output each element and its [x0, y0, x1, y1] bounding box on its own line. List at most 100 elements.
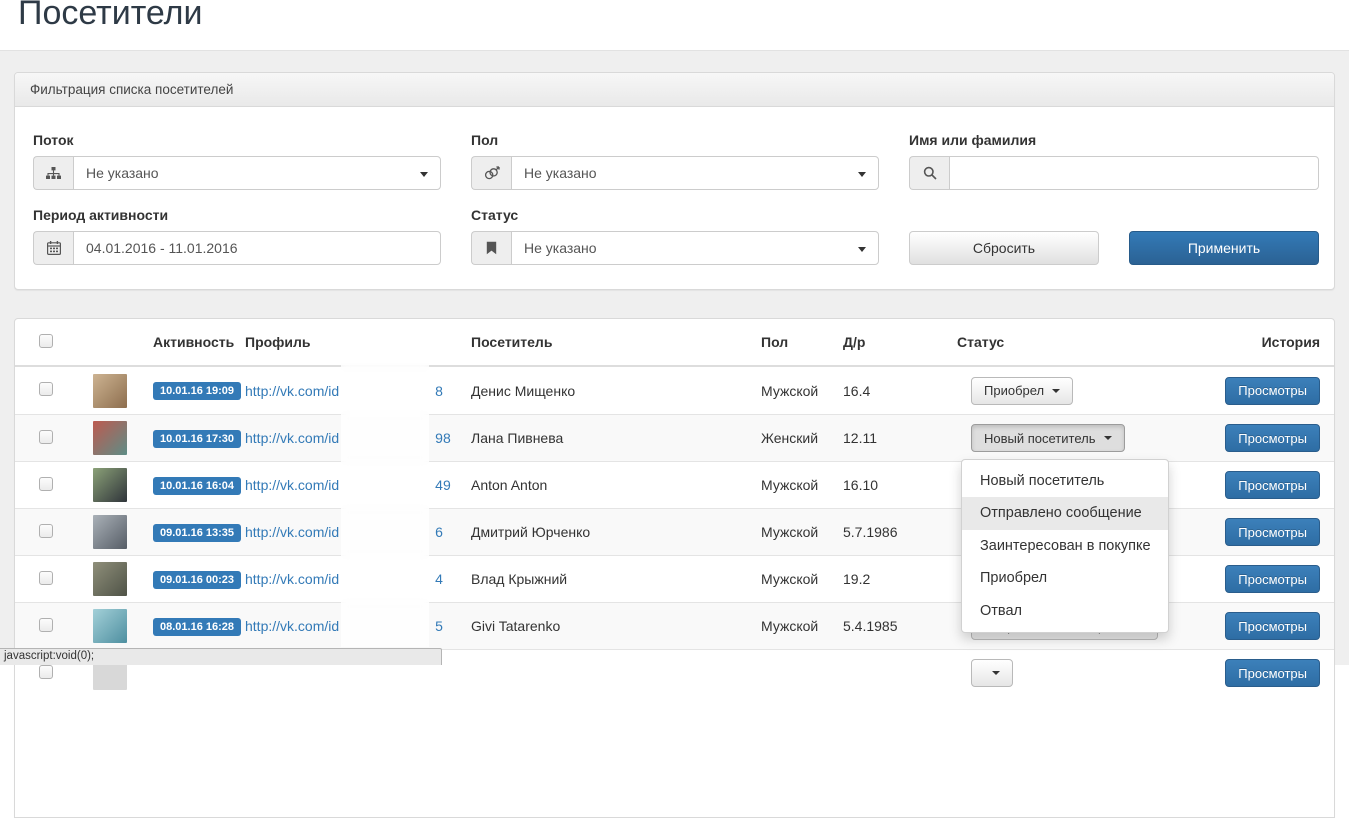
avatar [93, 374, 127, 408]
caret-down-icon [1104, 436, 1112, 440]
views-button[interactable]: Просмотры [1225, 659, 1320, 687]
status-select-value: Не указано [524, 240, 597, 256]
gender-select-value: Не указано [524, 165, 597, 181]
header-history: История [1262, 334, 1320, 350]
header-profile: Профиль [245, 334, 311, 350]
profile-link-prefix: http://vk.com/id [245, 477, 339, 493]
visitor-gender: Мужской [761, 383, 818, 399]
filter-field-stream: Поток Не указано [33, 132, 441, 190]
avatar [93, 421, 127, 455]
status-dropdown-label: Приобрел [984, 383, 1044, 398]
status-menu-item[interactable]: Отвал [962, 595, 1168, 627]
stream-select-value: Не указано [86, 165, 159, 181]
status-dropdown-label: Новый посетитель [984, 431, 1096, 446]
row-checkbox[interactable] [39, 477, 53, 491]
visitor-birthday: 5.4.1985 [843, 618, 898, 634]
status-select[interactable]: Не указано [511, 231, 879, 265]
views-button[interactable]: Просмотры [1225, 612, 1320, 640]
bookmark-icon [471, 231, 511, 265]
status-menu-item[interactable]: Заинтересован в покупке [962, 530, 1168, 562]
reset-button[interactable]: Сбросить [909, 231, 1099, 265]
profile-link-suffix: 49 [435, 477, 451, 493]
visitor-name: Влад Крыжний [471, 571, 567, 587]
header-activity: Активность [153, 334, 234, 350]
row-checkbox[interactable] [39, 665, 53, 679]
status-menu-item[interactable]: Приобрел [962, 562, 1168, 594]
activity-badge: 08.01.16 16:28 [153, 618, 241, 636]
row-checkbox[interactable] [39, 571, 53, 585]
visitor-gender: Мужской [761, 618, 818, 634]
table-row: 10.01.16 19:09 http://vk.com/id8 Денис М… [15, 367, 1334, 414]
avatar [93, 515, 127, 549]
visitor-name: Givi Tatarenko [471, 618, 560, 634]
profile-link-suffix: 4 [435, 571, 443, 587]
chevron-down-icon [420, 172, 428, 177]
status-dropdown-button[interactable]: Новый посетитель [971, 424, 1125, 452]
gender-label: Пол [471, 132, 879, 148]
chevron-down-icon [858, 172, 866, 177]
views-button[interactable]: Просмотры [1225, 377, 1320, 405]
censored-blur-overlay [341, 363, 429, 647]
activity-badge: 09.01.16 13:35 [153, 524, 241, 542]
table-row: 10.01.16 17:30 http://vk.com/id98 Лана П… [15, 414, 1334, 461]
chevron-down-icon [858, 247, 866, 252]
filter-field-name: Имя или фамилия [909, 132, 1319, 190]
activity-badge: 09.01.16 00:23 [153, 571, 241, 589]
profile-link-prefix: http://vk.com/id [245, 618, 339, 634]
gender-select[interactable]: Не указано [511, 156, 879, 190]
status-menu-item[interactable]: Новый посетитель [962, 465, 1168, 497]
profile-link-prefix: http://vk.com/id [245, 383, 339, 399]
row-checkbox[interactable] [39, 430, 53, 444]
status-bar-text: javascript:void(0); [4, 650, 94, 662]
status-dropdown-button[interactable] [971, 659, 1013, 687]
header-status: Статус [957, 334, 1004, 350]
profile-link-suffix: 5 [435, 618, 443, 634]
visitor-birthday: 19.2 [843, 571, 870, 587]
activity-badge: 10.01.16 16:04 [153, 477, 241, 495]
caret-down-icon [992, 671, 1000, 675]
row-checkbox[interactable] [39, 524, 53, 538]
visitor-birthday: 16.4 [843, 383, 870, 399]
avatar [93, 609, 127, 643]
period-label: Период активности [33, 207, 441, 223]
status-dropdown-menu: Новый посетитель Отправлено сообщение За… [961, 459, 1169, 633]
name-search-input[interactable] [949, 156, 1319, 190]
visitors-table: Активность Профиль Посетитель Пол Д/р Ст… [14, 318, 1335, 818]
visitor-birthday: 16.10 [843, 477, 878, 493]
views-button[interactable]: Просмотры [1225, 424, 1320, 452]
profile-link-suffix: 8 [435, 383, 443, 399]
page-title: Посетители [18, 0, 203, 33]
activity-badge: 10.01.16 19:09 [153, 382, 241, 400]
profile-link-suffix: 98 [435, 430, 451, 446]
filter-panel: Фильтрация списка посетителей Поток Не у… [14, 72, 1335, 290]
profile-link-prefix: http://vk.com/id [245, 524, 339, 540]
profile-link-prefix: http://vk.com/id [245, 571, 339, 587]
row-checkbox[interactable] [39, 618, 53, 632]
profile-link-suffix: 6 [435, 524, 443, 540]
header-visitor: Посетитель [471, 334, 552, 350]
status-menu-item[interactable]: Отправлено сообщение [962, 497, 1168, 529]
status-dropdown-button[interactable]: Приобрел [971, 377, 1073, 405]
avatar [93, 562, 127, 596]
period-input[interactable] [73, 231, 441, 265]
visitor-name: Дмитрий Юрченко [471, 524, 590, 540]
select-all-checkbox[interactable] [39, 334, 53, 348]
filter-field-period: Период активности [33, 207, 441, 265]
visitor-gender: Мужской [761, 571, 818, 587]
apply-button[interactable]: Применить [1129, 231, 1319, 265]
gender-icon [471, 156, 511, 190]
filter-field-gender: Пол Не указано [471, 132, 879, 190]
stream-select[interactable]: Не указано [73, 156, 441, 190]
filter-panel-heading: Фильтрация списка посетителей [15, 73, 1334, 107]
row-checkbox[interactable] [39, 382, 53, 396]
views-button[interactable]: Просмотры [1225, 471, 1320, 499]
visitor-name: Anton Anton [471, 477, 547, 493]
header-gender: Пол [761, 334, 788, 350]
activity-badge: 10.01.16 17:30 [153, 430, 241, 448]
browser-status-bar: javascript:void(0); [0, 648, 442, 665]
visitor-birthday: 12.11 [843, 430, 877, 446]
views-button[interactable]: Просмотры [1225, 565, 1320, 593]
header-birthday: Д/р [843, 334, 865, 350]
views-button[interactable]: Просмотры [1225, 518, 1320, 546]
visitor-gender: Мужской [761, 477, 818, 493]
